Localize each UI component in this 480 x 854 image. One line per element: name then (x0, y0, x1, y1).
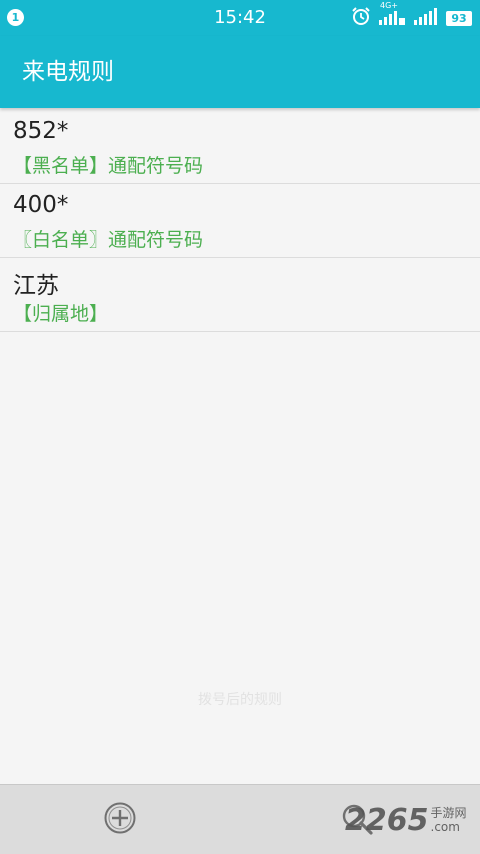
toast-message: 拨号后的规则 (198, 692, 282, 708)
network-label: 4G+ (380, 1, 398, 10)
alarm-icon (351, 6, 371, 30)
watermark-number: 2265 (345, 802, 429, 838)
signal-4g-icon: 4G+ (378, 1, 406, 30)
watermark-text: 手游网 .com (431, 806, 467, 834)
add-rule-button[interactable] (101, 801, 139, 839)
watermark-line1: 手游网 (430, 806, 467, 820)
plus-circle-icon (103, 801, 137, 839)
rule-description: 【归属地】 (13, 303, 109, 325)
app-bar: 来电规则 (0, 36, 480, 108)
list-item[interactable]: 400* 〖白名单〗通配符号码 (0, 184, 480, 258)
rule-description: 【黑名单】通配符号码 (13, 155, 204, 177)
page-title: 来电规则 (22, 59, 114, 85)
rule-list: 852* 【黑名单】通配符号码 400* 〖白名单〗通配符号码 江苏 【归属地】 (0, 110, 480, 332)
status-bar: 1 15:42 4G+ 93 (0, 0, 480, 36)
list-item[interactable]: 852* 【黑名单】通配符号码 (0, 110, 480, 184)
site-watermark: 2265 手游网 .com (345, 800, 467, 840)
rule-number: 400* (13, 192, 69, 218)
list-item[interactable]: 江苏 【归属地】 (0, 258, 480, 332)
watermark-line2: .com (430, 820, 460, 834)
rule-number: 852* (13, 118, 69, 144)
rule-description: 〖白名单〗通配符号码 (13, 229, 204, 251)
rule-number: 江苏 (13, 273, 59, 299)
battery-indicator: 93 (446, 10, 472, 26)
signal-icon (413, 6, 439, 30)
status-icons: 4G+ 93 (351, 1, 472, 30)
